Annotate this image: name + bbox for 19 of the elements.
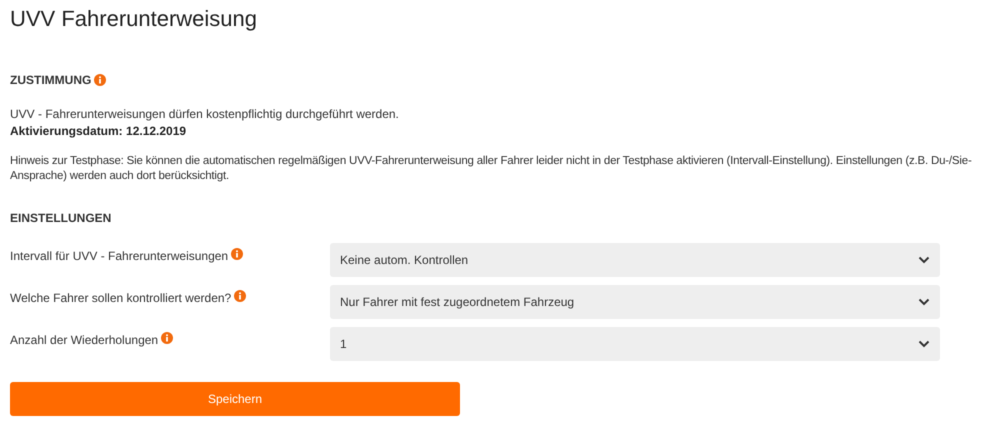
select-field[interactable]: Nur Fahrer mit fest zugeordnetem Fahrzeug — [330, 285, 940, 319]
field-label: Anzahl der Wiederholungen — [10, 332, 158, 348]
section-heading: ZUSTIMMUNG — [10, 72, 92, 89]
activation-date: Aktivierungsdatum: 12.12.2019 — [10, 123, 188, 140]
chevron-down-icon — [918, 298, 930, 306]
page-title: UVV Fahrerunterweisung — [10, 5, 258, 33]
field-label: Welche Fahrer sollen kontrolliert werden? — [10, 290, 232, 306]
test-phase-note: Hinweis zur Testphase: Sie können die automatischen regelmäßigen UVV-Fahrerunterweisung aller Fahrer leider nicht in der Testphase aktivieren (Intervall-Einstellung). Einstellungen (z.B. Du-/Sie-Ansprache) werden auch dort berücksichtigt. — [10, 154, 973, 184]
chevron-down-icon — [918, 256, 930, 264]
info-icon — [234, 290, 246, 302]
info-icon — [94, 74, 106, 86]
consent-text: UVV - Fahrerunterweisungen dürfen kostenpflichtig durchgeführt werden. — [10, 106, 400, 123]
info-icon — [231, 248, 244, 260]
chevron-down-icon — [918, 340, 930, 348]
field-label: Intervall für UVV - Fahrerunterweisungen — [10, 248, 228, 264]
select-field[interactable]: 1 — [330, 327, 940, 361]
section-heading: EINSTELLUNGEN — [10, 211, 112, 225]
select-field[interactable]: Keine autom. Kontrollen — [330, 243, 940, 277]
info-icon — [161, 332, 174, 344]
